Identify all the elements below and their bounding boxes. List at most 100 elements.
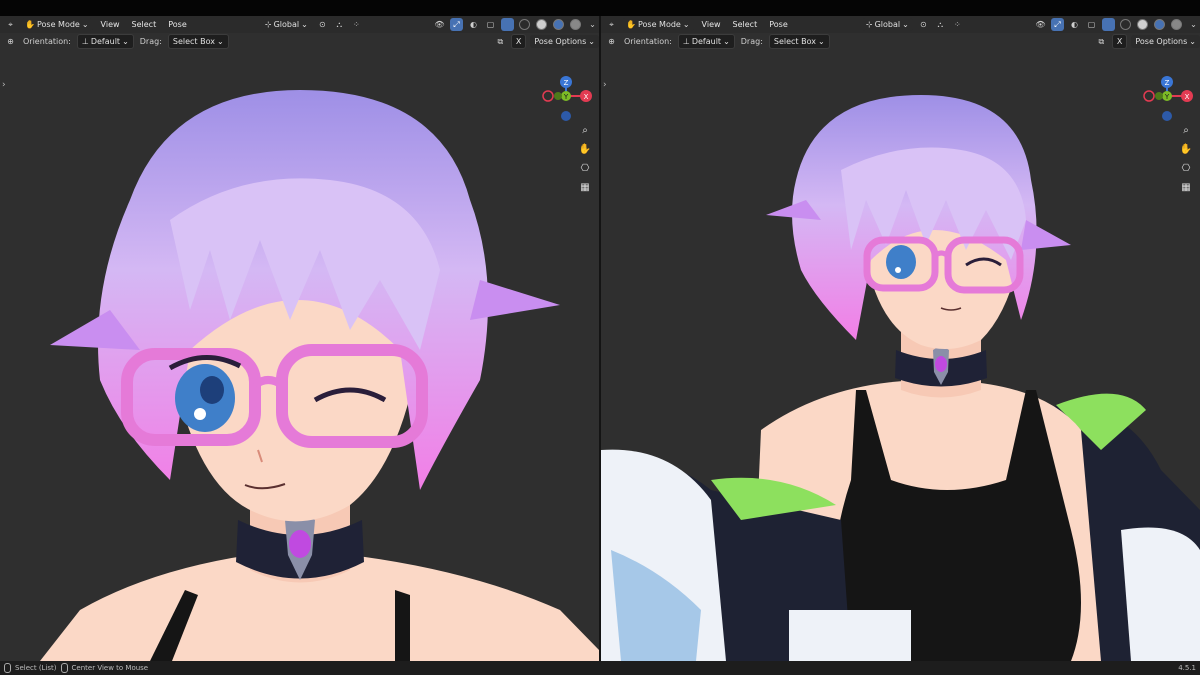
rendered-shading-icon[interactable]	[1171, 19, 1182, 30]
viewport-right[interactable]: ⌖ ✋ Pose Mode ⌄ View Select Pose ⊹ Global ⌄ …	[601, 16, 1200, 661]
chevron-down-icon: ⌄	[81, 20, 89, 29]
pose-options-dropdown[interactable]: Pose Options ⌄	[530, 35, 599, 48]
perspective-grid-icon[interactable]: ▦	[1178, 179, 1194, 195]
gizmo-toggle-icon[interactable]: ⤢	[1051, 18, 1064, 31]
wireframe-shading-icon[interactable]	[1120, 19, 1131, 30]
gizmo-toggle-icon[interactable]: ⤢	[450, 18, 463, 31]
material-shading-icon[interactable]	[553, 19, 564, 30]
chevron-down-icon: ⌄	[682, 20, 690, 29]
shading-dropdown-icon[interactable]: ⌄	[586, 18, 599, 31]
gizmo-y-label: Y	[563, 93, 569, 101]
overlay-icon[interactable]: ◐	[467, 18, 480, 31]
mode-label: Pose Mode	[637, 20, 681, 29]
mouse-middle-icon	[60, 663, 68, 673]
camera-icon[interactable]: ⎔	[577, 160, 593, 176]
mode-dropdown[interactable]: ✋ Pose Mode ⌄	[622, 18, 694, 31]
transform-orientation-dropdown[interactable]: ⊹ Global ⌄	[260, 18, 312, 31]
chevron-down-icon: ⌄	[588, 37, 595, 46]
menu-view[interactable]: View	[698, 20, 725, 29]
pose-options-dropdown[interactable]: Pose Options ⌄	[1131, 35, 1200, 48]
choker-gem	[289, 530, 311, 558]
visibility-icon[interactable]: 👁	[1034, 18, 1047, 31]
proportional-edit-icon[interactable]: ⁘	[951, 18, 964, 31]
chevron-down-icon: ⌄	[723, 37, 730, 46]
gizmo-neg-z-axis[interactable]	[561, 111, 571, 121]
pan-hand-icon[interactable]: ✋	[577, 141, 593, 157]
visibility-icon[interactable]: 👁	[433, 18, 446, 31]
solid-shading-icon[interactable]	[536, 19, 547, 30]
zoom-icon[interactable]: ⌕	[1178, 122, 1194, 138]
navigation-gizmo[interactable]: Z Y X	[1141, 76, 1197, 128]
window-top-strip	[0, 0, 1200, 16]
orientation-dropdown[interactable]: ⊥ Default ⌄	[76, 34, 134, 49]
status-center-hint: Center View to Mouse	[71, 664, 149, 672]
jacket-right-white	[1121, 527, 1200, 661]
gizmo-x-label: X	[1185, 93, 1190, 101]
pose-mode-icon: ✋	[25, 20, 35, 29]
navigation-gizmo[interactable]: Z Y X	[540, 76, 596, 128]
menu-select[interactable]: Select	[729, 20, 762, 29]
pivot-point-icon[interactable]: ⊙	[917, 18, 930, 31]
viewport-header-right: ⌖ ✋ Pose Mode ⌄ View Select Pose ⊹ Global ⌄ …	[601, 16, 1200, 33]
menu-view[interactable]: View	[97, 20, 124, 29]
pan-hand-icon[interactable]: ✋	[1178, 141, 1194, 157]
tool-icon[interactable]: ⊕	[605, 35, 618, 48]
eye-highlight	[194, 408, 206, 420]
xray-active-icon[interactable]	[1102, 18, 1115, 31]
rendered-shading-icon[interactable]	[570, 19, 581, 30]
chevron-down-icon: ⌄	[902, 20, 909, 29]
mouse-left-icon	[4, 663, 11, 673]
pivot-point-icon[interactable]: ⊙	[316, 18, 329, 31]
snap-icon[interactable]: ⛬	[934, 18, 947, 31]
gizmo-neg-x-axis[interactable]	[542, 90, 554, 102]
xray-icon[interactable]: ▢	[1085, 18, 1098, 31]
axis-icon: ⊥	[682, 37, 690, 46]
gizmo-neg-y-axis[interactable]	[554, 92, 562, 100]
orientation-dropdown[interactable]: ⊥ Default ⌄	[677, 34, 735, 49]
material-shading-icon[interactable]	[1154, 19, 1165, 30]
orientation-value: Default	[90, 37, 121, 46]
camera-icon[interactable]: ⎔	[1178, 160, 1194, 176]
overlay-icon[interactable]: ◐	[1068, 18, 1081, 31]
menu-pose[interactable]: Pose	[164, 20, 191, 29]
drag-dropdown[interactable]: Select Box ⌄	[768, 34, 830, 49]
drag-value: Select Box	[773, 37, 816, 46]
snap-icon[interactable]: ⛬	[333, 18, 346, 31]
viewport-left[interactable]: ⌖ ✋ Pose Mode ⌄ View Select Pose ⊹ Global ⌄ …	[0, 16, 599, 661]
status-bar: Select (List) Center View to Mouse 4.5.1	[0, 661, 1200, 675]
gizmo-neg-x-axis[interactable]	[1143, 90, 1155, 102]
mirror-icon[interactable]: ⧉	[1095, 35, 1108, 48]
wireframe-shading-icon[interactable]	[519, 19, 530, 30]
character-medium-shot	[601, 95, 1200, 661]
drag-dropdown[interactable]: Select Box ⌄	[167, 34, 229, 49]
xray-active-icon[interactable]	[501, 18, 514, 31]
left-pupil	[200, 376, 224, 404]
perspective-grid-icon[interactable]: ▦	[577, 179, 593, 195]
transform-orientation-dropdown[interactable]: ⊹ Global ⌄	[861, 18, 913, 31]
editor-type-icon[interactable]: ⌖	[4, 18, 17, 31]
shading-dropdown-icon[interactable]: ⌄	[1187, 18, 1200, 31]
xray-icon[interactable]: ▢	[484, 18, 497, 31]
menu-pose[interactable]: Pose	[765, 20, 792, 29]
gizmo-neg-y-axis[interactable]	[1155, 92, 1163, 100]
solid-shading-icon[interactable]	[1137, 19, 1148, 30]
transform-orientation-label: Global	[273, 20, 300, 29]
status-select-hint: Select (List)	[15, 664, 57, 672]
mirror-x-toggle[interactable]: X	[510, 34, 527, 49]
zoom-icon[interactable]: ⌕	[577, 122, 593, 138]
tool-icon[interactable]: ⊕	[4, 35, 17, 48]
proportional-edit-icon[interactable]: ⁘	[350, 18, 363, 31]
gizmo-y-label: Y	[1164, 93, 1170, 101]
menu-select[interactable]: Select	[128, 20, 161, 29]
drag-value: Select Box	[172, 37, 215, 46]
character-closeup	[40, 90, 599, 661]
axis-icon: ⊥	[81, 37, 89, 46]
transform-orientation-label: Global	[874, 20, 901, 29]
mode-dropdown[interactable]: ✋ Pose Mode ⌄	[21, 18, 93, 31]
orientation-value: Default	[691, 37, 722, 46]
editor-type-icon[interactable]: ⌖	[605, 18, 618, 31]
mirror-icon[interactable]: ⧉	[494, 35, 507, 48]
mirror-x-toggle[interactable]: X	[1111, 34, 1128, 49]
gizmo-neg-z-axis[interactable]	[1162, 111, 1172, 121]
choker-gem	[935, 356, 947, 372]
